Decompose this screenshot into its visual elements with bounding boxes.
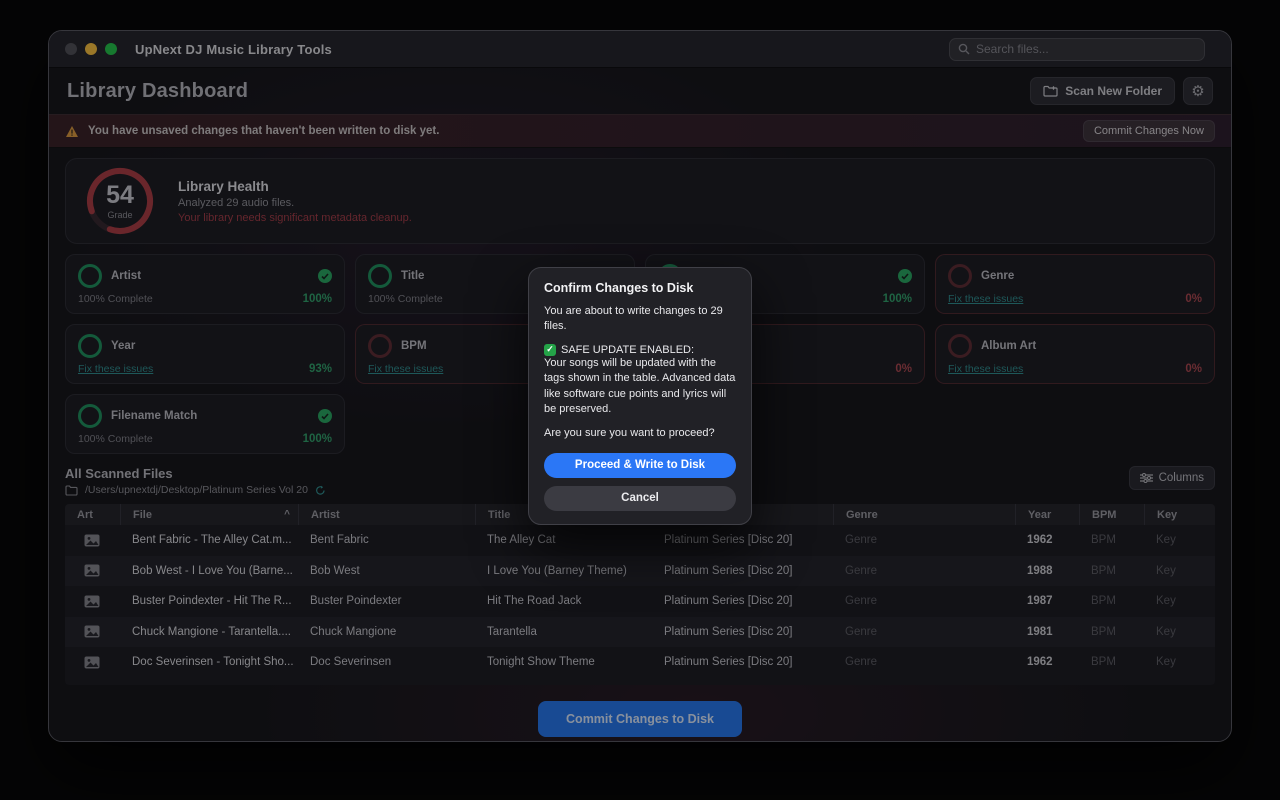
proceed-button[interactable]: Proceed & Write to Disk (544, 453, 736, 478)
dialog-question: Are you sure you want to proceed? (544, 426, 736, 441)
safe-update-check-icon: ✓ (544, 344, 556, 356)
app-window: UpNext DJ Music Library Tools Library Da… (48, 30, 1232, 742)
dialog-title: Confirm Changes to Disk (544, 281, 736, 295)
confirm-dialog: Confirm Changes to Disk You are about to… (528, 267, 752, 525)
safe-update-title: SAFE UPDATE ENABLED: (561, 344, 694, 356)
cancel-button[interactable]: Cancel (544, 486, 736, 511)
dialog-body: You are about to write changes to 29 fil… (544, 304, 736, 335)
safe-update-body: Your songs will be updated with the tags… (544, 356, 736, 418)
